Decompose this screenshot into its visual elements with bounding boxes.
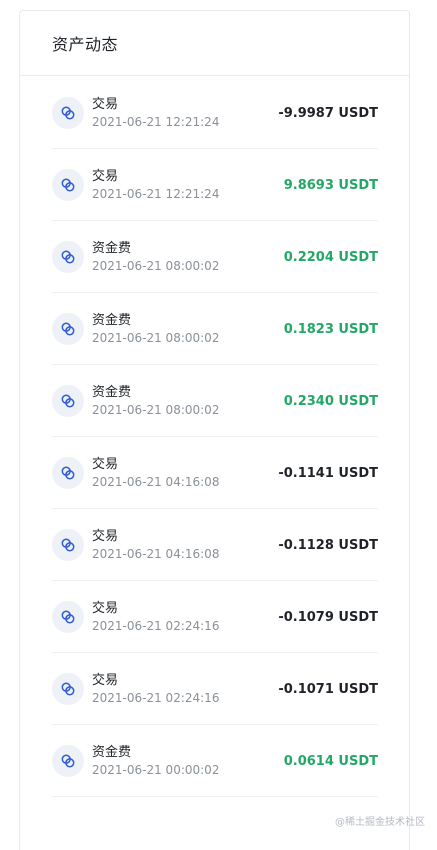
record-time: 2021-06-21 12:21:24 <box>92 114 219 130</box>
record-info: 资金费2021-06-21 08:00:02 <box>92 240 219 274</box>
record-time: 2021-06-21 04:16:08 <box>92 474 219 490</box>
record-info: 资金费2021-06-21 00:00:02 <box>92 744 219 778</box>
panel-title: 资产动态 <box>52 31 118 55</box>
list-item[interactable]: 资金费2021-06-21 00:00:02 0.0614 USDT <box>52 725 378 797</box>
record-info: 资金费2021-06-21 08:00:02 <box>92 312 219 346</box>
record-type: 资金费 <box>92 384 219 401</box>
panel-header: 资产动态 <box>20 11 409 76</box>
record-type: 交易 <box>92 672 219 689</box>
list-item[interactable]: 交易2021-06-21 12:21:24 9.8693 USDT <box>52 149 378 221</box>
exchange-icon <box>52 529 84 561</box>
list-item[interactable]: 资金费2021-06-21 08:00:02 0.2340 USDT <box>52 365 378 437</box>
record-info: 交易2021-06-21 12:21:24 <box>92 96 219 130</box>
exchange-icon <box>52 97 84 129</box>
record-type: 资金费 <box>92 744 219 761</box>
record-time: 2021-06-21 08:00:02 <box>92 258 219 274</box>
record-amount: 9.8693 USDT <box>284 149 378 221</box>
exchange-icon <box>52 169 84 201</box>
record-amount: -0.1079 USDT <box>278 581 378 653</box>
watermark: @稀土掘金技术社区 <box>335 813 425 828</box>
record-type: 资金费 <box>92 312 219 329</box>
record-amount: -0.1141 USDT <box>278 437 378 509</box>
list-item[interactable]: 交易2021-06-21 02:24:16 -0.1071 USDT <box>52 653 378 725</box>
exchange-icon <box>52 745 84 777</box>
asset-activity-panel: 资产动态 交易2021-06-21 12:21:24-9.9987 USDT交易… <box>19 10 410 850</box>
list-item[interactable]: 资金费2021-06-21 08:00:02 0.2204 USDT <box>52 221 378 293</box>
activity-list: 交易2021-06-21 12:21:24-9.9987 USDT交易2021-… <box>52 77 378 797</box>
record-type: 资金费 <box>92 240 219 257</box>
exchange-icon <box>52 673 84 705</box>
record-info: 交易2021-06-21 04:16:08 <box>92 528 219 562</box>
record-amount: 0.2340 USDT <box>284 365 378 437</box>
list-item[interactable]: 交易2021-06-21 04:16:08 -0.1141 USDT <box>52 437 378 509</box>
record-amount: -9.9987 USDT <box>278 77 378 149</box>
record-type: 交易 <box>92 96 219 113</box>
exchange-icon <box>52 601 84 633</box>
record-info: 交易2021-06-21 04:16:08 <box>92 456 219 490</box>
record-amount: -0.1071 USDT <box>278 653 378 725</box>
record-time: 2021-06-21 04:16:08 <box>92 546 219 562</box>
record-type: 交易 <box>92 528 219 545</box>
record-time: 2021-06-21 12:21:24 <box>92 186 219 202</box>
record-amount: -0.1128 USDT <box>278 509 378 581</box>
record-time: 2021-06-21 02:24:16 <box>92 618 219 634</box>
exchange-icon <box>52 241 84 273</box>
record-time: 2021-06-21 08:00:02 <box>92 402 219 418</box>
record-amount: 0.0614 USDT <box>284 725 378 797</box>
record-amount: 0.1823 USDT <box>284 293 378 365</box>
record-type: 交易 <box>92 456 219 473</box>
record-info: 交易2021-06-21 12:21:24 <box>92 168 219 202</box>
record-type: 交易 <box>92 600 219 617</box>
record-time: 2021-06-21 08:00:02 <box>92 330 219 346</box>
exchange-icon <box>52 385 84 417</box>
exchange-icon <box>52 457 84 489</box>
record-info: 交易2021-06-21 02:24:16 <box>92 600 219 634</box>
list-item[interactable]: 资金费2021-06-21 08:00:02 0.1823 USDT <box>52 293 378 365</box>
record-time: 2021-06-21 02:24:16 <box>92 690 219 706</box>
exchange-icon <box>52 313 84 345</box>
list-item[interactable]: 交易2021-06-21 04:16:08 -0.1128 USDT <box>52 509 378 581</box>
record-time: 2021-06-21 00:00:02 <box>92 762 219 778</box>
record-info: 交易2021-06-21 02:24:16 <box>92 672 219 706</box>
list-item[interactable]: 交易2021-06-21 12:21:24 -9.9987 USDT <box>52 77 378 149</box>
list-item[interactable]: 交易2021-06-21 02:24:16 -0.1079 USDT <box>52 581 378 653</box>
record-amount: 0.2204 USDT <box>284 221 378 293</box>
record-info: 资金费2021-06-21 08:00:02 <box>92 384 219 418</box>
record-type: 交易 <box>92 168 219 185</box>
